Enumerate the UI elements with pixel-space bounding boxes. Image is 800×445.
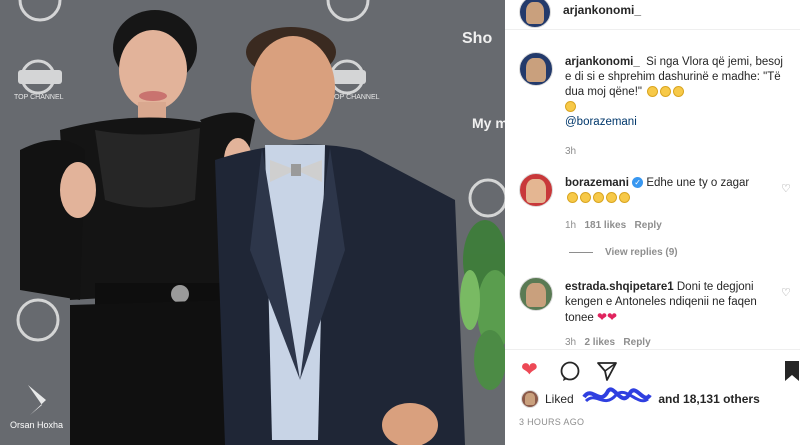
logo-text-2: TOP CHANNEL: [330, 94, 380, 101]
comment-1: borazemani ✓ Edhe une ty o zagar: [565, 176, 765, 206]
logo-text-3: Sho: [462, 30, 492, 47]
comment-time: 3h: [565, 337, 577, 347]
caption-time: 3h: [565, 146, 577, 157]
watermark-text: Orsan Hoxha: [10, 420, 63, 430]
post-details-panel: arjankonomi_ arjankonomi_ Si nga Vlora q…: [505, 0, 800, 445]
photo-illustration: TOP CHANNEL TOP CHANNEL Sho My music: [0, 0, 505, 445]
comment-2: estrada.shqipetare1 Doni te degjoni keng…: [565, 280, 770, 326]
comment-time: 1h: [565, 220, 577, 231]
emoji-icon: [567, 192, 578, 204]
view-replies-label[interactable]: View replies (9): [605, 247, 678, 258]
view-replies[interactable]: View replies (9): [569, 247, 678, 258]
divider: [505, 349, 800, 350]
comment-like-heart-icon[interactable]: ♡: [781, 182, 791, 195]
laughing-emoji-icon: [565, 101, 576, 113]
instagram-post-screenshot: TOP CHANNEL TOP CHANNEL Sho My music: [0, 0, 800, 445]
red-heart-emoji-icon: ❤❤: [596, 310, 618, 324]
caption-username[interactable]: arjankonomi_: [565, 56, 640, 68]
caption-block: arjankonomi_ Si nga Vlora që jemi, besoj…: [565, 55, 787, 130]
comment-icon[interactable]: [559, 360, 581, 386]
logo-text-4: My music: [472, 115, 505, 131]
liked-by-prefix: Liked: [545, 392, 574, 406]
replies-line: [569, 251, 593, 253]
caption-avatar[interactable]: [519, 52, 553, 86]
caption-mention[interactable]: @borazemani: [565, 116, 637, 128]
emoji-icon: [606, 192, 617, 204]
time-ago: 3 HOURS AGO: [519, 417, 585, 427]
laughing-emoji-icon: [660, 86, 672, 98]
header-username[interactable]: arjankonomi_: [563, 3, 641, 17]
comment-avatar[interactable]: [519, 173, 553, 207]
avatar[interactable]: [519, 0, 551, 28]
liker-avatar[interactable]: [521, 390, 539, 408]
emoji-icon: [580, 192, 591, 204]
comment-avatar[interactable]: [519, 277, 553, 311]
comment-2-meta: 3h 2 likes Reply: [565, 337, 651, 347]
redaction-scribble: [582, 387, 652, 403]
reply-button[interactable]: Reply: [623, 337, 650, 347]
laughing-emoji-icon: [673, 86, 685, 98]
heart-filled-icon[interactable]: ❤: [521, 360, 538, 380]
liked-by-suffix[interactable]: and 18,131 others: [658, 392, 759, 406]
bookmark-icon[interactable]: [783, 360, 800, 386]
comment-1-meta: 1h 181 likes Reply: [565, 220, 662, 231]
comment-likes[interactable]: 181 likes: [584, 220, 626, 231]
emoji-icon: [593, 192, 604, 204]
verified-badge-icon: ✓: [632, 177, 644, 189]
comment-likes[interactable]: 2 likes: [584, 337, 615, 347]
comment-username[interactable]: estrada.shqipetare1: [565, 281, 674, 293]
post-header: arjankonomi_: [505, 0, 800, 30]
emoji-icon: [619, 192, 630, 204]
post-photo: TOP CHANNEL TOP CHANNEL Sho My music: [0, 0, 505, 445]
comment-username[interactable]: borazemani: [565, 177, 629, 189]
comment-like-heart-icon[interactable]: ♡: [781, 286, 791, 299]
comment-text: Edhe une ty o zagar: [646, 177, 750, 189]
logo-text-1: TOP CHANNEL: [14, 94, 64, 101]
laughing-emoji-icon: [647, 86, 659, 98]
reply-button[interactable]: Reply: [635, 220, 662, 231]
